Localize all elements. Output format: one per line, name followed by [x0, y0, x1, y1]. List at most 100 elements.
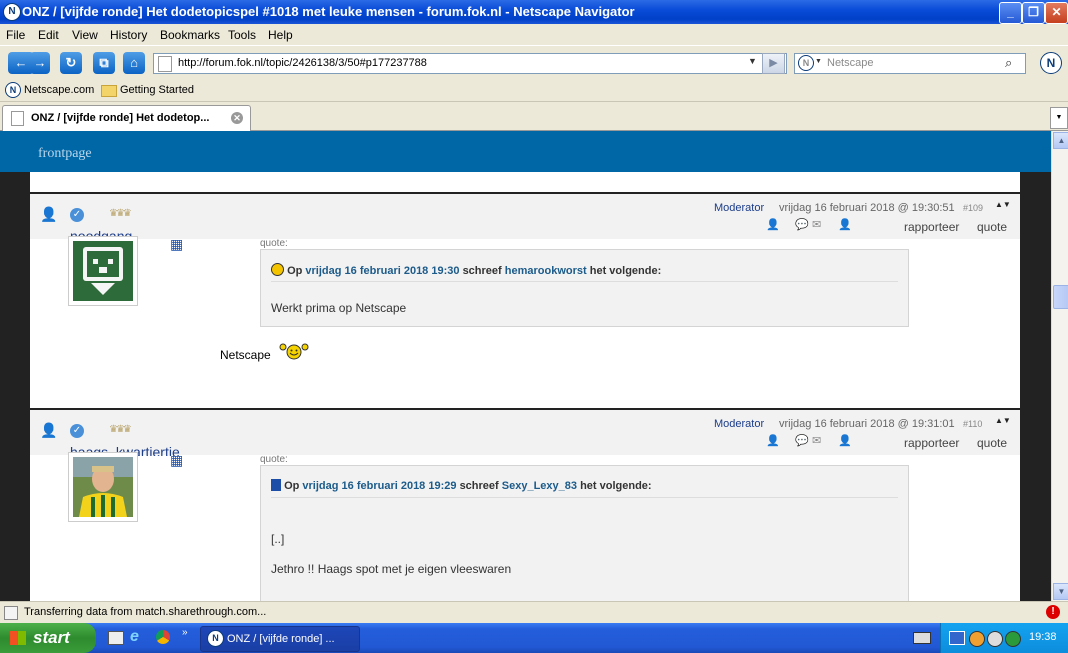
netscape-throbber-icon[interactable]: N — [1040, 52, 1062, 74]
frontpage-link[interactable]: frontpage — [38, 146, 92, 162]
clock[interactable]: 19:38 — [1029, 631, 1057, 643]
add-friend-icon[interactable]: 👤 — [838, 434, 852, 447]
url-dropdown-icon[interactable]: ▼ — [748, 56, 757, 66]
tab-bar: ONZ / [vijfde ronde] Het dodetop... ✕ ▼ — [0, 102, 1068, 131]
quote-date-link[interactable]: vrijdag 16 februari 2018 19:29 — [302, 480, 456, 492]
device-icon: ▦ — [170, 236, 184, 252]
forward-arrow-icon: → — [33, 55, 47, 70]
envelope-icon[interactable]: ✉ — [812, 434, 821, 447]
reload-button[interactable]: ↻ — [60, 52, 82, 74]
menu-tools[interactable]: Tools — [228, 28, 256, 42]
scroll-thumb[interactable] — [1053, 285, 1068, 309]
avatar[interactable] — [68, 452, 138, 522]
quote-wrote: schreef — [462, 265, 502, 277]
tray-shield-icon[interactable] — [1005, 631, 1021, 647]
tab-list-button[interactable]: ▼ — [1050, 107, 1068, 129]
go-button[interactable]: ▶ — [762, 53, 785, 74]
quote-link[interactable]: quote — [977, 436, 1007, 450]
internet-explorer-icon[interactable]: e — [130, 628, 139, 646]
quote-label: quote: — [260, 454, 288, 465]
chevron-down-icon: ▼ — [1057, 587, 1066, 596]
avatar-robot-icon — [73, 241, 133, 301]
quote-header: Op vrijdag 16 februari 2018 19:30 schree… — [271, 263, 898, 282]
post-body: Netscape — [220, 348, 271, 362]
network-icon[interactable] — [949, 631, 965, 645]
status-text: Transferring data from match.sharethroug… — [24, 606, 267, 618]
posts-container: 👤 ✓ ♛♛♛ noodgang Moderator vrijdag 16 fe… — [30, 172, 1020, 601]
message-bubble-icon[interactable]: 💬 — [795, 434, 809, 447]
chevron-down-icon: ▼ — [1055, 114, 1063, 121]
tab-title: ONZ / [vijfde ronde] Het dodetop... — [31, 112, 210, 124]
user-profile-icon[interactable]: 👤 — [766, 218, 780, 231]
minimize-button[interactable]: _ — [999, 2, 1022, 24]
start-button[interactable]: start — [0, 623, 96, 653]
add-friend-icon[interactable]: 👤 — [838, 218, 852, 231]
windows-logo-icon — [10, 631, 26, 645]
menu-view[interactable]: View — [72, 28, 98, 42]
quote-author-link[interactable]: Sexy_Lexy_83 — [502, 480, 577, 492]
show-desktop-icon[interactable] — [108, 631, 124, 645]
close-tab-icon[interactable]: ✕ — [231, 112, 243, 124]
waving-smiley-icon — [279, 342, 309, 360]
avatar[interactable] — [68, 236, 138, 306]
user-offline-icon: 👤 — [40, 422, 58, 438]
search-engine-icon[interactable]: N — [798, 55, 814, 71]
title-bar[interactable]: N ONZ / [vijfde ronde] Het dodetopicspel… — [0, 0, 1068, 24]
search-engine-dropdown-icon[interactable]: ▼ — [815, 58, 822, 65]
envelope-icon[interactable]: ✉ — [812, 218, 821, 231]
post-header: 👤 ✓ ♛♛♛ noodgang Moderator vrijdag 16 fe… — [30, 192, 1020, 240]
netscape-logo-icon: N — [3, 3, 21, 21]
bookmarks-toolbar: N Netscape.com Getting Started — [0, 80, 1068, 102]
new-tab-button[interactable]: ⧉ — [93, 52, 115, 74]
page-info-icon[interactable] — [4, 606, 18, 620]
bookmark-netscape[interactable]: Netscape.com — [24, 84, 94, 96]
quote-prefix: Op — [287, 265, 303, 277]
task-netscape[interactable]: N ONZ / [vijfde ronde] ... — [200, 626, 360, 652]
tray-app-icon[interactable] — [969, 631, 985, 647]
report-link[interactable]: rapporteer — [904, 220, 959, 234]
quote-box: Op vrijdag 16 februari 2018 19:29 schree… — [260, 465, 909, 601]
message-bubble-icon[interactable]: 💬 — [795, 218, 809, 231]
tab-active[interactable]: ONZ / [vijfde ronde] Het dodetop... ✕ — [2, 105, 251, 131]
scroll-down-button[interactable]: ▼ — [1053, 583, 1068, 600]
tray-media-icon[interactable] — [987, 631, 1003, 647]
scroll-up-button[interactable]: ▲ — [1053, 132, 1068, 149]
home-button[interactable]: ⌂ — [123, 52, 145, 74]
menu-edit[interactable]: Edit — [38, 28, 59, 42]
menu-history[interactable]: History — [110, 28, 147, 42]
taskbar: start e » N ONZ / [vijfde ronde] ... 19:… — [0, 623, 1068, 653]
post: 👤 ✓ ♛♛♛ haags_kwartiertje Moderator vrij… — [30, 408, 1020, 601]
quote-link[interactable]: quote — [977, 220, 1007, 234]
post-date: vrijdag 16 februari 2018 @ 19:31:01 — [779, 418, 955, 430]
url-input[interactable]: http://forum.fok.nl/topic/2426138/3/50#p… — [153, 53, 787, 74]
user-offline-icon: 👤 — [40, 206, 58, 222]
quote-suffix: het volgende: — [580, 480, 652, 492]
chrome-icon[interactable] — [156, 630, 170, 644]
search-placeholder: Netscape — [827, 57, 874, 69]
post-number[interactable]: #109 — [963, 203, 983, 213]
sort-arrows-icon[interactable]: ▲▼ — [995, 416, 1011, 425]
quote-author-link[interactable]: hemarookworst — [505, 265, 587, 277]
alert-icon[interactable]: ! — [1046, 605, 1060, 619]
search-input[interactable]: N ▼ Netscape ⌕ — [794, 53, 1026, 74]
quicklaunch-more-icon[interactable]: » — [182, 627, 188, 638]
bookmark-getting-started[interactable]: Getting Started — [120, 84, 194, 96]
post-number[interactable]: #110 — [963, 419, 982, 429]
menu-help[interactable]: Help — [268, 28, 293, 42]
forward-button[interactable]: → — [30, 52, 50, 74]
menu-bookmarks[interactable]: Bookmarks — [160, 28, 220, 42]
window-title: ONZ / [vijfde ronde] Het dodetopicspel #… — [22, 4, 635, 19]
report-link[interactable]: rapporteer — [904, 436, 959, 450]
role-label: Moderator — [714, 202, 765, 214]
maximize-button[interactable]: ❐ — [1022, 2, 1045, 24]
menu-file[interactable]: File — [6, 28, 25, 42]
user-profile-icon[interactable]: 👤 — [766, 434, 780, 447]
quote-box: Op vrijdag 16 februari 2018 19:30 schree… — [260, 249, 909, 327]
device-icon — [271, 479, 281, 491]
keyboard-icon[interactable] — [913, 632, 931, 644]
search-icon[interactable]: ⌕ — [1005, 55, 1012, 71]
vertical-scrollbar[interactable]: ▲ ▼ — [1051, 131, 1068, 601]
close-button[interactable]: ✕ — [1045, 2, 1068, 24]
quote-date-link[interactable]: vrijdag 16 februari 2018 19:30 — [305, 265, 459, 277]
sort-arrows-icon[interactable]: ▲▼ — [995, 200, 1011, 209]
